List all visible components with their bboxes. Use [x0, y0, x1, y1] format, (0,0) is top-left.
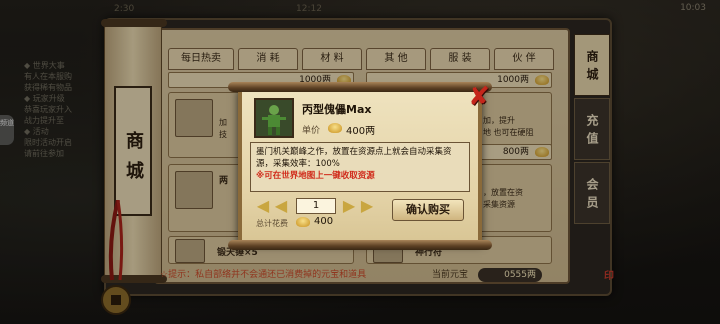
- dialog-scroll-rod-bottom: [228, 240, 492, 250]
- close-icon[interactable]: ✘: [466, 84, 492, 110]
- confirm-purchase-button[interactable]: 确认购买: [392, 199, 464, 221]
- total-cost-value: 400: [314, 216, 334, 227]
- item-description: 墨门机关巅峰之作，放置在资源点上就会自动采集资源，采集效率：100%: [256, 147, 452, 169]
- item-description-note: ※可在世界地图上一键收取资源: [256, 171, 375, 181]
- item-description-box: 墨门机关巅峰之作，放置在资源点上就会自动采集资源，采集效率：100% ※可在世界…: [250, 142, 470, 192]
- qty-last-icon[interactable]: ▶: [358, 197, 376, 215]
- qty-increase-icon[interactable]: ▶: [340, 197, 358, 215]
- gold-ingot-icon: [296, 217, 310, 227]
- unit-price-label: 单价: [302, 126, 321, 136]
- total-cost-label: 总计花费: [256, 219, 288, 228]
- quantity-input[interactable]: 1: [296, 198, 336, 214]
- puppet-icon: [254, 98, 294, 138]
- unit-price-value: 400两: [346, 126, 376, 137]
- gold-ingot-icon: [328, 123, 342, 133]
- qty-decrease-icon[interactable]: ◀: [272, 197, 290, 215]
- dialog-item-name: 丙型傀儡Max: [302, 103, 372, 116]
- qty-first-icon[interactable]: ◀: [254, 197, 272, 215]
- dialog-scroll-rod-top: [228, 82, 492, 92]
